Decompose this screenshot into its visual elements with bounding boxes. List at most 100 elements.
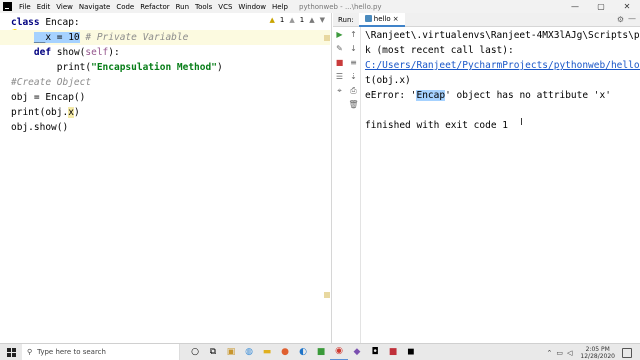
- menu-window[interactable]: Window: [235, 3, 269, 11]
- code-line: print(obj.x): [11, 105, 330, 120]
- scroll-up-icon[interactable]: ↑: [348, 30, 359, 40]
- console-line: k (most recent call last):: [365, 45, 514, 56]
- edge-browser-icon[interactable]: ◐: [294, 344, 312, 360]
- delete-icon[interactable]: 🗑: [348, 100, 359, 110]
- cortana-icon[interactable]: ○: [186, 344, 204, 360]
- pycharm-taskbar-icon[interactable]: ■: [312, 344, 330, 360]
- rerun-icon[interactable]: ▶: [334, 30, 345, 40]
- run-toolbar-right: ↑ ↓ ≡ ⇣ ⎙ 🗑: [347, 27, 361, 343]
- edge-app-icon[interactable]: ◍: [240, 344, 258, 360]
- code-text-segment: Encap:: [39, 17, 80, 28]
- tray-chevron-icon[interactable]: ⌃: [547, 349, 553, 357]
- console-output[interactable]: \Ranjeet\.virtualenvs\Ranjeet-4MX3lAJg\S…: [365, 28, 640, 328]
- firefox-icon[interactable]: ●: [276, 344, 294, 360]
- taskbar-search[interactable]: ⚲ Type here to search: [22, 343, 180, 360]
- code-keyword: class: [11, 17, 40, 28]
- scrollbar-marker[interactable]: [324, 35, 330, 41]
- console-line: \Ranjeet\.virtualenvs\Ranjeet-4MX3lAJg\S…: [365, 30, 640, 41]
- text-cursor-icon: I: [520, 117, 523, 128]
- python-file-icon: [364, 15, 372, 22]
- gear-icon[interactable]: ⚙: [617, 15, 624, 24]
- wrench-icon[interactable]: ✎: [334, 44, 345, 54]
- console-text: ' object has no attribute 'x': [445, 90, 611, 101]
- menu-run[interactable]: Run: [173, 3, 192, 11]
- menu-help[interactable]: Help: [269, 3, 291, 11]
- highlighted-text: Encap: [416, 90, 446, 101]
- minimize-button[interactable]: —: [562, 0, 588, 13]
- terminal-icon[interactable]: ◼: [402, 344, 420, 360]
- console-line: C:/Users/Ranjeet/PycharmProjects/pythonw…: [365, 58, 640, 73]
- search-icon: ⚲: [27, 348, 33, 356]
- app-icon[interactable]: ◆: [348, 344, 366, 360]
- console-line: finished with exit code 1: [365, 120, 508, 131]
- chrome-icon[interactable]: ◉: [330, 344, 348, 360]
- soft-wrap-icon[interactable]: ≡: [348, 58, 359, 68]
- menu-tools[interactable]: Tools: [192, 3, 215, 11]
- menu-vcs[interactable]: VCS: [215, 3, 235, 11]
- media-icon[interactable]: ■: [384, 344, 402, 360]
- close-tab-icon[interactable]: ×: [393, 15, 399, 23]
- hide-panel-icon[interactable]: —: [628, 14, 636, 23]
- pin-icon[interactable]: ⌖: [334, 86, 345, 96]
- file-explorer-icon[interactable]: ▬: [258, 344, 276, 360]
- maximize-button[interactable]: ▢: [588, 0, 614, 13]
- clock-time: 2:05 PM: [585, 345, 610, 353]
- code-text-segment: obj = Encap(): [11, 92, 86, 103]
- code-line: class Encap:: [11, 15, 330, 30]
- console-text: eError: ': [365, 90, 417, 101]
- camera-icon[interactable]: ◘: [366, 344, 384, 360]
- menu-refactor[interactable]: Refactor: [137, 3, 172, 11]
- taskbar-apps: ○ ⧉ ▣ ◍ ▬ ● ◐ ■ ◉ ◆ ◘ ■ ◼: [186, 344, 420, 360]
- menu-code[interactable]: Code: [113, 3, 137, 11]
- print-icon[interactable]: ⎙: [348, 86, 359, 96]
- menu-view[interactable]: View: [53, 3, 76, 11]
- console-line: t(obj.x): [365, 75, 411, 86]
- console-file-link[interactable]: C:/Users/Ranjeet/PycharmProjects/pythonw…: [365, 60, 640, 71]
- scroll-to-end-icon[interactable]: ⇣: [348, 72, 359, 82]
- layout-icon[interactable]: ☰: [334, 72, 345, 82]
- scroll-down-icon[interactable]: ↓: [348, 44, 359, 54]
- pycharm-logo-icon: [3, 2, 12, 11]
- close-button[interactable]: ✕: [614, 0, 640, 13]
- photos-app-icon[interactable]: ▣: [222, 344, 240, 360]
- code-string: "Encapsulation Method": [91, 62, 217, 73]
- window-title: pythonweb - ...\hello.py: [299, 2, 382, 11]
- menu-bar: File Edit View Navigate Code Refactor Ru…: [0, 0, 640, 13]
- code-editor[interactable]: 💡 ▲ 1 ▲ 1 ▲ ▼ class Encap: __x = 10 # Pr…: [0, 13, 332, 343]
- code-self: self: [85, 47, 109, 58]
- notification-icon[interactable]: [622, 347, 632, 358]
- code-text-segment: obj.show(): [11, 122, 69, 133]
- code-line: #Create Object: [11, 75, 330, 90]
- scrollbar-marker[interactable]: [324, 292, 330, 298]
- windows-start-button[interactable]: [0, 344, 22, 360]
- code-text-segment: ): [216, 62, 223, 73]
- selected-text: __x = 10: [33, 32, 80, 43]
- run-header: Run: hello × ⚙ —: [333, 12, 640, 27]
- run-tool-window: Run: hello × ⚙ — ▶ ✎ ■ ☰ ⌖ ↑ ↓ ≡ ⇣ ⎙ 🗑 \…: [333, 12, 640, 343]
- menu-navigate[interactable]: Navigate: [76, 3, 113, 11]
- code-line: print("Encapsulation Method"): [11, 60, 330, 75]
- menu-file[interactable]: File: [16, 3, 34, 11]
- volume-icon[interactable]: ◁: [567, 349, 572, 357]
- code-text[interactable]: class Encap: __x = 10 # Private Variable…: [0, 15, 330, 135]
- task-view-icon[interactable]: ⧉: [204, 344, 222, 360]
- code-text-segment: show(: [51, 47, 86, 58]
- clock[interactable]: 2:05 PM 12/28/2020: [580, 346, 615, 360]
- menu-edit[interactable]: Edit: [34, 3, 54, 11]
- code-line-current: __x = 10 # Private Variable: [0, 30, 330, 45]
- code-line: obj.show(): [11, 120, 330, 135]
- run-label: Run:: [338, 15, 354, 24]
- code-text-segment: print(obj.: [11, 107, 69, 118]
- system-tray: ⌃ ▭ ◁ 2:05 PM 12/28/2020: [547, 344, 632, 360]
- run-toolbar-left: ▶ ✎ ■ ☰ ⌖: [333, 27, 346, 343]
- code-text-segment: print(: [56, 62, 92, 73]
- code-text-segment: ):: [108, 47, 120, 58]
- run-tab-hello[interactable]: hello ×: [358, 12, 405, 27]
- code-keyword: def: [33, 47, 52, 58]
- stop-icon[interactable]: ■: [334, 58, 345, 68]
- network-icon[interactable]: ▭: [556, 349, 563, 357]
- code-comment: # Private Variable: [79, 32, 189, 43]
- run-tab-label: hello: [373, 14, 391, 23]
- search-placeholder: Type here to search: [37, 348, 106, 356]
